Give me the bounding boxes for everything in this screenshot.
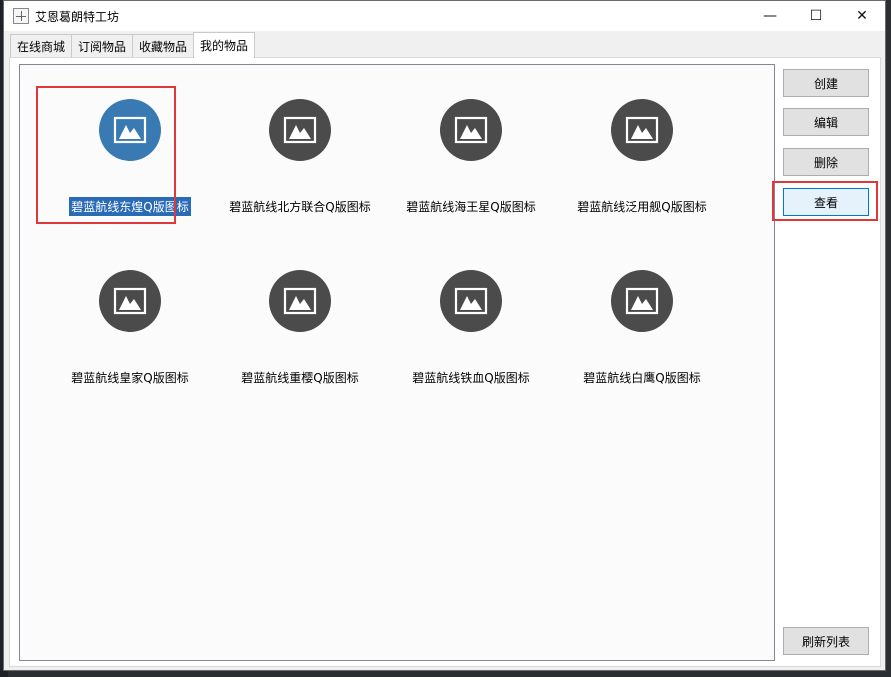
item-thumbnail xyxy=(611,99,673,161)
list-item[interactable]: 碧蓝航线东煌Q版图标 xyxy=(45,90,215,240)
image-icon xyxy=(283,287,317,315)
item-label: 碧蓝航线北方联合Q版图标 xyxy=(229,200,371,214)
window-controls: — ☐ ✕ xyxy=(747,1,885,31)
edit-button[interactable]: 编辑 xyxy=(783,108,869,136)
tab-strip: 在线商城 订阅物品 收藏物品 我的物品 xyxy=(10,32,256,58)
item-thumbnail xyxy=(611,270,673,332)
create-button[interactable]: 创建 xyxy=(783,69,869,97)
image-icon xyxy=(454,287,488,315)
item-thumbnail xyxy=(269,99,331,161)
window-title: 艾恩葛朗特工坊 xyxy=(35,9,120,24)
list-item[interactable]: 碧蓝航线重樱Q版图标 xyxy=(215,261,385,411)
item-label: 碧蓝航线海王星Q版图标 xyxy=(406,200,536,214)
items-list: 碧蓝航线东煌Q版图标 碧蓝航线北方联合Q版图标 碧蓝航线海王星Q版图标 碧蓝航线… xyxy=(19,64,775,661)
item-label: 碧蓝航线重樱Q版图标 xyxy=(241,371,359,385)
list-item[interactable]: 碧蓝航线海王星Q版图标 xyxy=(386,90,556,240)
tab-my-items[interactable]: 我的物品 xyxy=(193,32,256,58)
item-label: 碧蓝航线白鹰Q版图标 xyxy=(583,371,701,385)
maximize-button[interactable]: ☐ xyxy=(793,1,839,31)
item-thumbnail xyxy=(99,270,161,332)
item-thumbnail xyxy=(440,99,502,161)
image-icon xyxy=(113,287,147,315)
item-thumbnail xyxy=(269,270,331,332)
list-item[interactable]: 碧蓝航线皇家Q版图标 xyxy=(45,261,215,411)
view-button[interactable]: 查看 xyxy=(783,188,869,216)
image-icon xyxy=(454,116,488,144)
my-items-panel: 碧蓝航线东煌Q版图标 碧蓝航线北方联合Q版图标 碧蓝航线海王星Q版图标 碧蓝航线… xyxy=(9,57,881,667)
item-label: 碧蓝航线东煌Q版图标 xyxy=(68,196,192,217)
app-icon xyxy=(13,8,29,24)
image-icon xyxy=(625,287,659,315)
item-label: 碧蓝航线皇家Q版图标 xyxy=(71,371,189,385)
list-item[interactable]: 碧蓝航线铁血Q版图标 xyxy=(386,261,556,411)
app-window: 艾恩葛朗特工坊 — ☐ ✕ 在线商城 订阅物品 收藏物品 我的物品 碧蓝航线东煌… xyxy=(3,0,886,671)
item-label: 碧蓝航线泛用舰Q版图标 xyxy=(577,200,707,214)
title-bar[interactable]: 艾恩葛朗特工坊 — ☐ ✕ xyxy=(4,1,885,31)
item-thumbnail xyxy=(440,270,502,332)
list-item[interactable]: 碧蓝航线泛用舰Q版图标 xyxy=(557,90,727,240)
refresh-list-button[interactable]: 刷新列表 xyxy=(783,627,869,655)
image-icon xyxy=(113,116,147,144)
tab-subscribed-items[interactable]: 订阅物品 xyxy=(71,34,134,58)
image-icon xyxy=(625,116,659,144)
tab-favorite-items[interactable]: 收藏物品 xyxy=(132,34,195,58)
close-button[interactable]: ✕ xyxy=(839,1,885,31)
item-thumbnail xyxy=(99,99,161,161)
list-item[interactable]: 碧蓝航线北方联合Q版图标 xyxy=(215,90,385,240)
minimize-button[interactable]: — xyxy=(747,1,793,31)
list-item[interactable]: 碧蓝航线白鹰Q版图标 xyxy=(557,261,727,411)
image-icon xyxy=(283,116,317,144)
delete-button[interactable]: 删除 xyxy=(783,148,869,176)
tab-online-store[interactable]: 在线商城 xyxy=(10,34,73,58)
item-label: 碧蓝航线铁血Q版图标 xyxy=(412,371,530,385)
